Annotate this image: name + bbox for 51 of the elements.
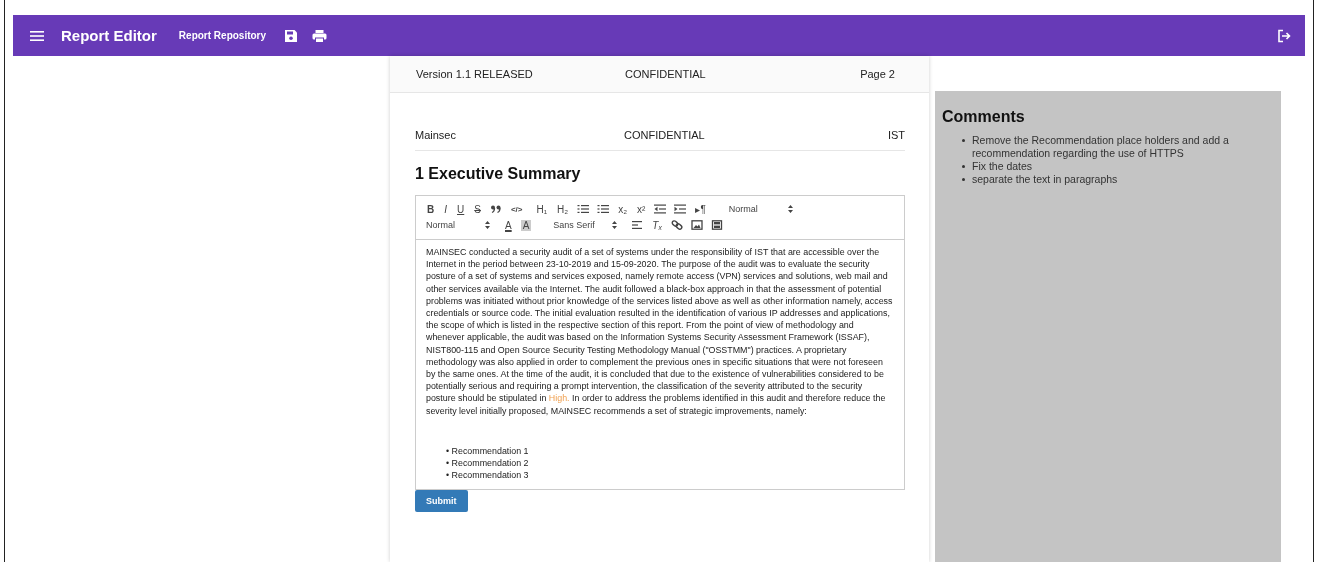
nav-link[interactable]: Report Repository <box>178 30 267 41</box>
submit-button[interactable]: Submit <box>415 490 468 513</box>
format-button[interactable]: A <box>520 219 532 231</box>
image-icon[interactable] <box>691 220 704 230</box>
bullet-list-icon[interactable] <box>597 204 610 214</box>
format-dropdown[interactable]: Normal <box>426 220 490 230</box>
print-icon[interactable] <box>312 28 328 43</box>
list-item: • Recommendation 2 <box>446 457 530 470</box>
header-text: Version 1.1 RELEASED <box>416 68 534 80</box>
comment-item: Remove the Recommendation place holders and add a recommendation regarding the use of HTTPS <box>972 134 1230 160</box>
body-paragraph: MAINSEC conducted a security audit of a set of systems under the responsibility of IST that are accessible over the Internet in the period between 23-10-2019 and 15-09-2020. The purpose of the audit was to evaluate the security posture of a set of systems and services exposed, namely remote access (VPN) services and solutions, web mail and other services available via the Internet. The audit followed a black-box approach in that the assessment of potential problems was initiated without prior knowledge of the services listed above as well as other information namely, access credentials or source code. The initial evaluation resulted in the identification of various IP addresses and applications, the scope of which is listed in the respective section of this report. From the point of view of methodology and whenever applicable, the audit was based on the Information Systems Security Assessment Framework (ISSAF), NIST800-115 and Open Source Security Testing Methodology Manual ("OSSTMM") practices. A proprietary methodology was also applied in order to complement the previous ones in specific situations that were not foreseen by the same ones. At the time of the audit, it is concluded that due to the existence of vulnerabilities considered to be potentially serious and requiring a prompt intervention, the classification of the severity attributed to the security posture should be stipulated in High. In order to address the problems identified in this audit and therefore reduce the severity level initially proposed, MAINSEC recommends a set of strategic improvements, namely: <box>426 246 894 417</box>
list-item: • Recommendation 1 <box>446 444 530 458</box>
format-button[interactable]: Tₓ <box>651 219 664 231</box>
header-text: IST <box>887 128 905 141</box>
format-dropdown[interactable]: Sans Serif <box>553 220 618 230</box>
app-title: Report Editor <box>61 27 157 44</box>
header-text: Page 2 <box>860 68 895 80</box>
video-icon[interactable] <box>711 220 724 230</box>
rich-text-editor[interactable] <box>415 195 905 491</box>
header-text: Mainsec <box>415 128 457 141</box>
format-button[interactable]: I <box>443 203 448 215</box>
format-button[interactable]: U <box>456 203 466 215</box>
format-button[interactable]: H₁ <box>535 203 549 215</box>
format-button[interactable]: x² <box>636 203 647 215</box>
header-text: CONFIDENTIAL <box>625 68 707 80</box>
logout-icon[interactable] <box>1277 28 1291 43</box>
format-button[interactable]: H₂ <box>556 203 570 215</box>
numbered-list-icon[interactable] <box>577 204 590 214</box>
menu-icon[interactable] <box>30 29 44 42</box>
format-button[interactable]: </> <box>509 204 524 214</box>
format-button[interactable]: ▸¶ <box>694 203 707 215</box>
sort-arrows-icon <box>612 221 618 229</box>
sort-arrows-icon <box>787 205 793 213</box>
section-heading: 1 Executive Summary <box>415 165 582 183</box>
comment-item: Fix the dates <box>972 160 1033 173</box>
list-item: • Recommendation 3 <box>446 469 530 482</box>
save-icon[interactable] <box>284 28 299 43</box>
outdent-icon[interactable] <box>654 204 667 214</box>
link-icon[interactable] <box>671 220 684 230</box>
comments-heading: Comments <box>942 108 1026 126</box>
format-button[interactable]: A <box>504 219 513 231</box>
quote-icon[interactable] <box>489 204 502 214</box>
format-dropdown[interactable]: Normal <box>728 204 793 214</box>
format-button[interactable]: B <box>426 203 436 215</box>
sort-arrows-icon <box>485 221 490 229</box>
comment-item: separate the text in paragraphs <box>972 173 1118 186</box>
align-icon[interactable] <box>631 220 644 230</box>
indent-icon[interactable] <box>674 204 687 214</box>
format-button[interactable]: S <box>473 203 482 215</box>
format-button[interactable]: x₂ <box>617 203 629 215</box>
header-text: CONFIDENTIAL <box>624 128 706 141</box>
